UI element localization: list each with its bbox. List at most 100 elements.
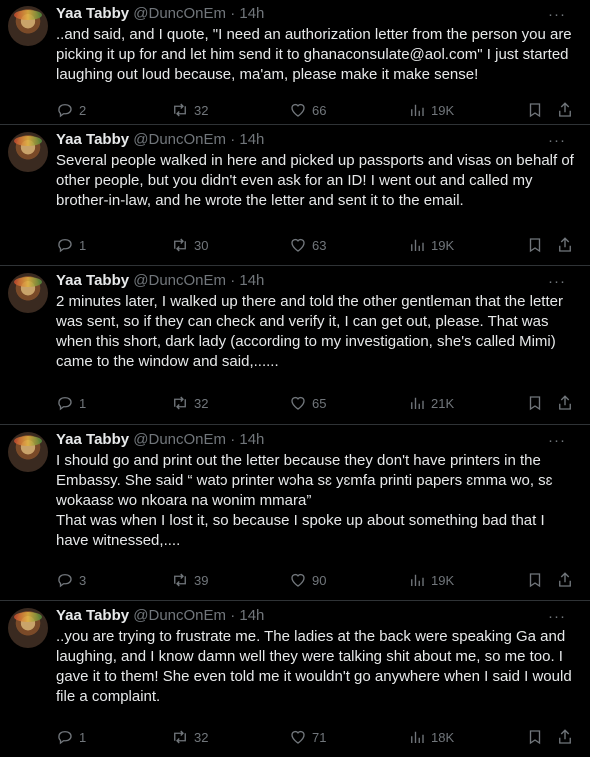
reply-icon (58, 731, 72, 745)
retweet-count: 39 (194, 572, 209, 588)
reply-icon (58, 574, 72, 588)
author-name[interactable]: Yaa Tabby (56, 5, 129, 22)
more-dots-icon[interactable]: ··· (548, 5, 566, 25)
like-button[interactable]: 63 (289, 235, 326, 255)
avatar[interactable] (8, 608, 48, 648)
reply-count: 1 (79, 729, 87, 745)
retweet-icon (174, 103, 186, 117)
avatar[interactable] (8, 432, 48, 472)
author-name[interactable]: Yaa Tabby (56, 131, 129, 148)
author-name[interactable]: Yaa Tabby (56, 607, 129, 624)
view-count: 21K (431, 395, 455, 411)
author-handle[interactable]: @DuncOnEm (133, 607, 226, 624)
bookmark-button[interactable] (526, 727, 544, 747)
reply-button[interactable]: 1 (56, 727, 86, 747)
retweet-icon (174, 396, 186, 410)
share-button[interactable] (556, 570, 574, 590)
retweet-button[interactable]: 32 (171, 727, 208, 747)
share-icon (559, 572, 571, 587)
author-name[interactable]: Yaa Tabby (56, 431, 129, 448)
author-handle[interactable]: @DuncOnEm (133, 431, 226, 448)
retweet-button[interactable]: 39 (171, 570, 208, 590)
heart-icon (291, 573, 305, 587)
retweet-button[interactable]: 32 (171, 100, 208, 120)
more-dots-icon[interactable]: ··· (548, 131, 566, 151)
reply-button[interactable]: 3 (56, 570, 86, 590)
author-handle[interactable]: @DuncOnEm (133, 5, 226, 22)
tweet[interactable]: Yaa Tabby @DuncOnEm · 14h ··· 2 minutes … (0, 267, 590, 425)
bookmark-button[interactable] (526, 235, 544, 255)
tweet[interactable]: Yaa Tabby @DuncOnEm · 14h ··· I should g… (0, 426, 590, 601)
share-icon (559, 102, 571, 117)
like-button[interactable]: 90 (289, 570, 326, 590)
views-button[interactable]: 18K (408, 727, 454, 747)
reply-count: 2 (79, 102, 87, 118)
tweet-header: Yaa Tabby @DuncOnEm · 14h ··· (56, 130, 580, 150)
tweet-timestamp[interactable]: · 14h (230, 131, 264, 148)
tweet-timestamp[interactable]: · 14h (230, 607, 264, 624)
views-button[interactable]: 19K (408, 100, 454, 120)
reply-button[interactable]: 1 (56, 235, 86, 255)
share-icon (559, 237, 571, 252)
retweet-count: 32 (194, 395, 209, 411)
like-button[interactable]: 66 (289, 100, 326, 120)
tweet-header: Yaa Tabby @DuncOnEm · 14h ··· (56, 606, 580, 626)
retweet-count: 32 (194, 102, 209, 118)
views-button[interactable]: 19K (408, 235, 454, 255)
retweet-button[interactable]: 30 (171, 235, 208, 255)
heart-icon (291, 396, 305, 410)
tweet-timestamp[interactable]: · 14h (230, 431, 264, 448)
tweet[interactable]: Yaa Tabby @DuncOnEm · 14h ··· Several pe… (0, 126, 590, 266)
share-button[interactable] (556, 727, 574, 747)
reply-icon (58, 104, 72, 118)
retweet-icon (174, 573, 186, 587)
views-button[interactable]: 19K (408, 570, 454, 590)
bookmark-icon (529, 573, 541, 588)
bookmark-button[interactable] (526, 570, 544, 590)
tweet-text: ..and said, and I quote, "I need an auth… (56, 26, 576, 83)
views-button[interactable]: 21K (408, 393, 454, 413)
share-button[interactable] (556, 100, 574, 120)
tweet-text: I should go and print out the letter bec… (56, 452, 553, 549)
share-button[interactable] (556, 235, 574, 255)
tweet-header: Yaa Tabby @DuncOnEm · 14h ··· (56, 4, 580, 24)
author-handle[interactable]: @DuncOnEm (133, 131, 226, 148)
bookmark-icon (529, 103, 541, 118)
bookmark-icon (529, 396, 541, 411)
bookmark-icon (529, 730, 541, 745)
tweet-text: 2 minutes later, I walked up there and t… (56, 293, 568, 370)
share-button[interactable] (556, 393, 574, 413)
like-button[interactable]: 71 (289, 727, 326, 747)
avatar[interactable] (8, 6, 48, 46)
retweet-icon (174, 730, 186, 744)
author-name[interactable]: Yaa Tabby (56, 272, 129, 289)
reply-count: 3 (79, 572, 87, 588)
retweet-icon (174, 238, 186, 252)
tweet-actions: 1 30 63 19K (56, 235, 576, 255)
bookmark-button[interactable] (526, 393, 544, 413)
more-dots-icon[interactable]: ··· (548, 607, 566, 627)
more-dots-icon[interactable]: ··· (548, 272, 566, 292)
tweet-timestamp[interactable]: · 14h (230, 272, 264, 289)
tweet-actions: 3 39 90 19K (56, 570, 576, 590)
author-handle[interactable]: @DuncOnEm (133, 272, 226, 289)
tweet[interactable]: Yaa Tabby @DuncOnEm · 14h ··· ..and said… (0, 0, 590, 125)
like-button[interactable]: 65 (289, 393, 326, 413)
retweet-button[interactable]: 32 (171, 393, 208, 413)
share-icon (559, 395, 571, 410)
heart-icon (291, 103, 305, 117)
tweet-timestamp[interactable]: · 14h (230, 5, 264, 22)
heart-icon (291, 238, 305, 252)
avatar[interactable] (8, 132, 48, 172)
tweet[interactable]: Yaa Tabby @DuncOnEm · 14h ··· ..you are … (0, 602, 590, 757)
reply-button[interactable]: 2 (56, 100, 86, 120)
views-icon (411, 731, 424, 743)
views-icon (411, 104, 424, 116)
bookmark-button[interactable] (526, 100, 544, 120)
view-count: 19K (431, 102, 455, 118)
avatar[interactable] (8, 273, 48, 313)
more-dots-icon[interactable]: ··· (548, 431, 566, 451)
tweet-header: Yaa Tabby @DuncOnEm · 14h ··· (56, 271, 580, 291)
tweet-text: Several people walked in here and picked… (56, 152, 579, 209)
reply-button[interactable]: 1 (56, 393, 86, 413)
